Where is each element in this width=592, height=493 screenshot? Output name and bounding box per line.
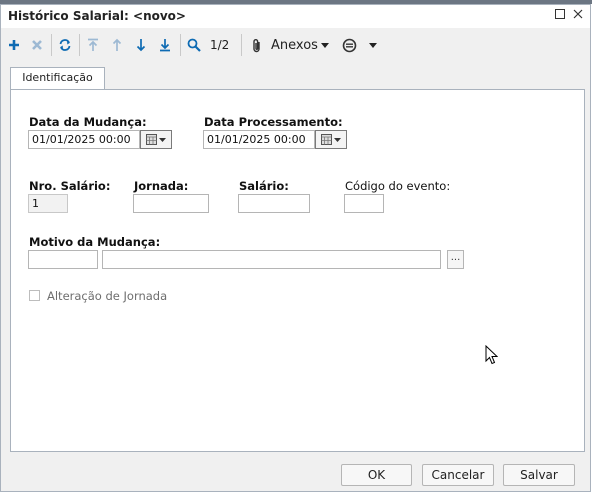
title-bar: Histórico Salarial: <novo> [1, 5, 590, 28]
cancel-button[interactable]: Cancelar [422, 464, 494, 486]
alteracao-jornada-checkbox[interactable] [29, 290, 40, 301]
options-dropdown[interactable] [367, 35, 379, 55]
move-up-icon [112, 38, 122, 51]
codigo-evento-label: Código do evento: [345, 179, 451, 193]
nro-salario-label: Nro. Salário: [29, 179, 111, 193]
paperclip-icon [253, 38, 260, 52]
move-first-icon [88, 38, 98, 51]
tab-identificacao[interactable]: Identificação [10, 67, 105, 89]
salario-label: Salário: [239, 179, 289, 193]
calendar-icon [146, 134, 157, 145]
move-up-button[interactable] [108, 35, 126, 55]
historico-salarial-dialog: Histórico Salarial: <novo> 1/2 Anexos Id… [0, 4, 591, 492]
anexos-button[interactable] [250, 35, 264, 55]
save-button[interactable]: Salvar [503, 464, 575, 486]
data-mudanca-label: Data da Mudança: [29, 115, 147, 129]
move-last-icon [160, 39, 170, 52]
options-button[interactable] [340, 35, 358, 55]
toolbar-separator [79, 34, 80, 56]
refresh-button[interactable] [56, 35, 74, 55]
search-button[interactable] [185, 35, 203, 55]
delete-button[interactable] [28, 35, 46, 55]
chevron-down-icon [159, 137, 166, 142]
toolbar: 1/2 Anexos [1, 31, 590, 59]
identificacao-panel: Data da Mudança: 01/01/2025 00:00 Data P… [10, 89, 585, 452]
salario-field[interactable] [238, 194, 310, 213]
record-page-indicator: 1/2 [210, 38, 230, 52]
search-icon [187, 38, 201, 52]
jornada-field[interactable] [133, 194, 209, 213]
toolbar-separator [241, 34, 242, 56]
toolbar-separator [51, 34, 52, 56]
chevron-down-icon [321, 42, 329, 48]
data-processamento-calendar-button[interactable] [315, 130, 347, 149]
window-title: Histórico Salarial: <novo> [8, 9, 186, 23]
move-down-icon [136, 39, 146, 52]
data-processamento-label: Data Processamento: [204, 115, 343, 129]
move-first-button[interactable] [84, 35, 102, 55]
refresh-icon [59, 39, 71, 51]
move-last-button[interactable] [156, 35, 174, 55]
motivo-mudanca-code-field[interactable] [28, 250, 98, 269]
mouse-cursor-icon [485, 345, 498, 365]
anexos-dropdown[interactable] [319, 35, 331, 55]
codigo-evento-field[interactable] [344, 194, 384, 213]
data-mudanca-field[interactable]: 01/01/2025 00:00 [28, 130, 140, 149]
data-mudanca-calendar-button[interactable] [140, 130, 172, 149]
maximize-button[interactable] [551, 7, 569, 25]
nro-salario-field[interactable]: 1 [28, 194, 68, 213]
anexos-label[interactable]: Anexos [271, 38, 318, 53]
move-down-button[interactable] [132, 35, 150, 55]
data-processamento-field[interactable]: 01/01/2025 00:00 [203, 130, 315, 149]
close-icon [573, 9, 583, 19]
add-icon [9, 40, 19, 50]
motivo-mudanca-lookup-button[interactable]: ... [447, 250, 464, 269]
alteracao-jornada-label[interactable]: Alteração de Jornada [47, 289, 167, 303]
delete-icon [32, 40, 42, 50]
chevron-down-icon [334, 137, 341, 142]
options-icon [342, 38, 356, 52]
calendar-icon [321, 134, 332, 145]
ok-button[interactable]: OK [341, 464, 412, 486]
maximize-icon [555, 9, 565, 19]
chevron-down-icon [369, 42, 377, 48]
jornada-label: Jornada: [134, 179, 189, 193]
close-button[interactable] [569, 7, 587, 25]
motivo-mudanca-description-field[interactable] [102, 250, 441, 269]
motivo-mudanca-label: Motivo da Mudança: [29, 235, 161, 249]
toolbar-separator [180, 34, 181, 56]
add-button[interactable] [5, 35, 23, 55]
